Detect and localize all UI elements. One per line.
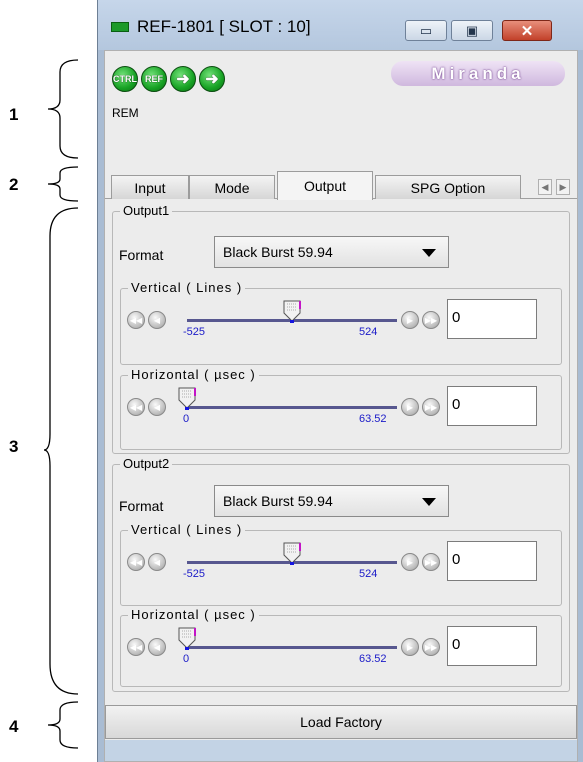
ref-led-icon[interactable]: REF <box>141 66 167 92</box>
output1-format-select[interactable]: Black Burst 59.94 <box>214 236 449 268</box>
output1-horizontal-slider[interactable]: ◀◀ ◀ 0 63.52 ▶ ▶▶ 0 <box>121 376 561 449</box>
output1-vertical-step-back-icon[interactable]: ◀ <box>148 311 166 329</box>
annotation-bracket-3 <box>44 206 84 696</box>
output2-vertical-thumb[interactable] <box>282 541 302 565</box>
status-area: CTRL REF ➜ ➜ REM Miranda <box>105 51 577 133</box>
app-window: REF-1801 [ SLOT : 10] ▭ ▣ ✕ CTRL REF ➜ ➜… <box>97 0 583 762</box>
output2-format-label: Format <box>119 498 164 514</box>
annotation-number-2: 2 <box>9 175 19 194</box>
output1-vertical-value-input[interactable]: 0 <box>447 299 537 339</box>
output2-vertical-step-first-icon[interactable]: ◀◀ <box>127 553 145 571</box>
output2-title: Output2 <box>120 456 173 471</box>
output1-format-label: Format <box>119 247 164 263</box>
output1-group: Output1 Format Black Burst 59.94 Vertica… <box>112 203 570 454</box>
output1-vertical-step-forward-icon[interactable]: ▶ <box>401 311 419 329</box>
chevron-down-icon <box>422 249 436 257</box>
minimize-button[interactable]: ▭ <box>405 20 447 41</box>
title-bar[interactable]: REF-1801 [ SLOT : 10] ▭ ▣ ✕ <box>98 0 583 50</box>
annotation-number-1: 1 <box>9 105 19 124</box>
output2-horizontal-step-back-icon[interactable]: ◀ <box>148 638 166 656</box>
output2-horizontal-group: Horizontal ( µsec ) ◀◀ ◀ 0 63.52 ▶ ▶▶ 0 <box>120 607 562 687</box>
annotation-bracket-1 <box>44 58 84 160</box>
output2-horizontal-thumb[interactable] <box>177 626 197 650</box>
output1-vertical-step-first-icon[interactable]: ◀◀ <box>127 311 145 329</box>
output2-horizontal-track[interactable] <box>187 646 397 649</box>
output1-horizontal-min-label: 0 <box>183 413 190 425</box>
annotation-bracket-2 <box>44 165 84 203</box>
output2-format-value: Black Burst 59.94 <box>223 493 333 509</box>
output2-vertical-step-last-icon[interactable]: ▶▶ <box>422 553 440 571</box>
output1-title: Output1 <box>120 203 173 218</box>
restore-button[interactable]: ▣ <box>451 20 493 41</box>
output2-group: Output2 Format Black Burst 59.94 Vertica… <box>112 456 570 692</box>
output1-horizontal-track[interactable] <box>187 406 397 409</box>
output2-horizontal-slider[interactable]: ◀◀ ◀ 0 63.52 ▶ ▶▶ 0 <box>121 616 561 686</box>
output1-vertical-thumb[interactable] <box>282 299 302 323</box>
annotation-number-3: 3 <box>9 437 19 456</box>
output2-horizontal-step-forward-icon[interactable]: ▶ <box>401 638 419 656</box>
output2-vertical-max-label: 524 <box>359 568 378 580</box>
output1-horizontal-value-input[interactable]: 0 <box>447 386 537 426</box>
annotation-number-4: 4 <box>9 717 19 736</box>
output2-vertical-slider[interactable]: ◀◀ ◀ -525 524 ▶ ▶▶ 0 <box>121 531 561 605</box>
output2-vertical-min-label: -525 <box>183 568 206 580</box>
output2-vertical-step-back-icon[interactable]: ◀ <box>148 553 166 571</box>
window-title: REF-1801 [ SLOT : 10] <box>137 17 311 36</box>
rem-label: REM <box>112 106 139 120</box>
output1-horizontal-step-last-icon[interactable]: ▶▶ <box>422 398 440 416</box>
chevron-down-icon <box>422 498 436 506</box>
load-factory-button[interactable]: Load Factory <box>105 705 577 739</box>
output1-vertical-slider[interactable]: ◀◀ ◀ -525 524 ▶ ▶▶ 0 <box>121 289 561 364</box>
tab-scroll-right-icon[interactable]: ▶ <box>556 179 570 195</box>
output2-vertical-step-forward-icon[interactable]: ▶ <box>401 553 419 571</box>
output1-vertical-min-label: -525 <box>183 326 206 338</box>
output1-horizontal-group: Horizontal ( µsec ) ◀◀ ◀ 0 63.52 ▶ ▶▶ 0 <box>120 367 562 450</box>
tab-mode[interactable]: Mode <box>189 175 275 199</box>
annotation-bracket-4 <box>44 700 84 752</box>
tab-scroll-left-icon[interactable]: ◀ <box>538 179 552 195</box>
tab-spg-option[interactable]: SPG Option <box>375 175 521 199</box>
output1-horizontal-step-first-icon[interactable]: ◀◀ <box>127 398 145 416</box>
output2-horizontal-step-first-icon[interactable]: ◀◀ <box>127 638 145 656</box>
output1-horizontal-step-forward-icon[interactable]: ▶ <box>401 398 419 416</box>
output2-horizontal-value-input[interactable]: 0 <box>447 626 537 666</box>
output2-horizontal-min-label: 0 <box>183 653 190 665</box>
tab-bar: Input Mode Output SPG Option ◀ ▶ <box>105 171 577 200</box>
tab-output[interactable]: Output <box>277 171 373 200</box>
window-bottom-edge <box>105 740 577 761</box>
output1-horizontal-step-back-icon[interactable]: ◀ <box>148 398 166 416</box>
output1-horizontal-thumb[interactable] <box>177 386 197 410</box>
window-client-area: CTRL REF ➜ ➜ REM Miranda Input Mode Outp… <box>104 50 578 762</box>
output1-horizontal-max-label: 63.52 <box>359 413 387 425</box>
miranda-logo: Miranda <box>391 61 565 86</box>
output1-vertical-max-label: 524 <box>359 326 378 338</box>
output2-format-select[interactable]: Black Burst 59.94 <box>214 485 449 517</box>
output1-vertical-group: Vertical ( Lines ) ◀◀ ◀ -525 524 ▶ ▶▶ 0 <box>120 280 562 365</box>
output1-format-value: Black Burst 59.94 <box>223 244 333 260</box>
arrow-right-led-icon[interactable]: ➜ <box>199 66 225 92</box>
output2-vertical-value-input[interactable]: 0 <box>447 541 537 581</box>
arrow-right-led-icon[interactable]: ➜ <box>170 66 196 92</box>
output2-vertical-group: Vertical ( Lines ) ◀◀ ◀ -525 524 ▶ ▶▶ 0 <box>120 522 562 606</box>
output1-vertical-step-last-icon[interactable]: ▶▶ <box>422 311 440 329</box>
tab-input[interactable]: Input <box>111 175 189 199</box>
app-icon <box>111 22 129 32</box>
close-button[interactable]: ✕ <box>502 20 552 41</box>
ctrl-led-icon[interactable]: CTRL <box>112 66 138 92</box>
output2-horizontal-step-last-icon[interactable]: ▶▶ <box>422 638 440 656</box>
output2-horizontal-max-label: 63.52 <box>359 653 387 665</box>
